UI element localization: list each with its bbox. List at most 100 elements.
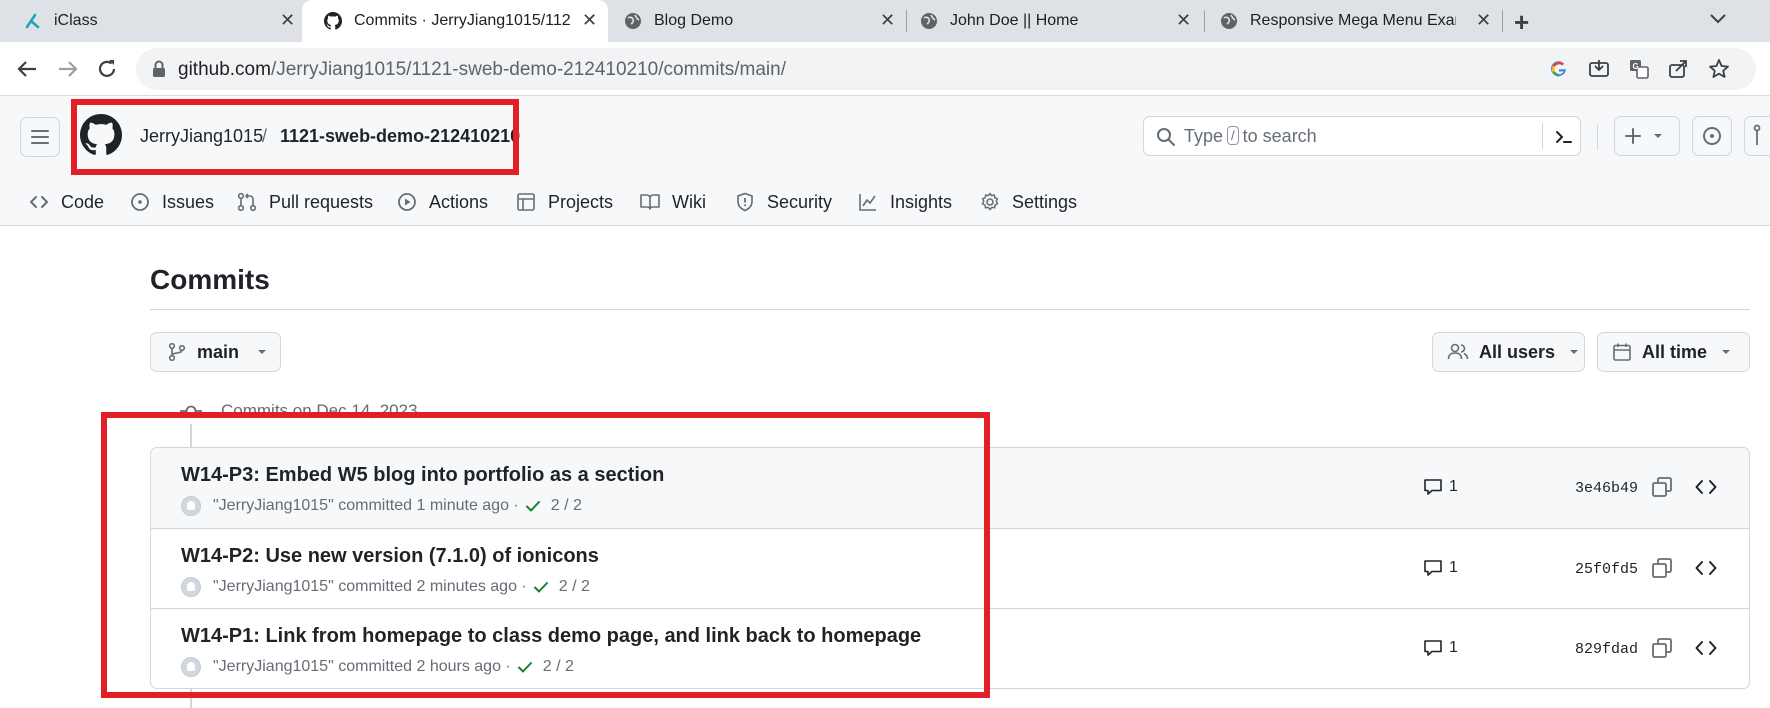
branch-select-button[interactable]: main [150, 332, 281, 372]
caret-down-icon [258, 350, 267, 354]
url-path: /JerryJiang1015/1121-sweb-demo-212410210… [270, 59, 786, 80]
browser-tab-iclass[interactable]: iClass ✕ [0, 0, 300, 42]
issues-button[interactable] [1692, 116, 1732, 156]
pull-requests-button[interactable] [1744, 116, 1770, 156]
tab-actions[interactable]: Actions [397, 178, 488, 226]
calendar-icon [1613, 343, 1631, 361]
tab-title: Blog Demo [654, 12, 734, 29]
code-icon [30, 196, 48, 208]
browse-code-icon[interactable] [1695, 477, 1717, 497]
tab-projects[interactable]: Projects [516, 178, 613, 226]
divider [150, 309, 1750, 310]
commit-sha-link[interactable]: 829fdad [1575, 641, 1638, 658]
divider [1597, 124, 1598, 150]
globe-icon [921, 13, 937, 29]
browser-tab-mega-menu[interactable]: Responsive Mega Menu Example ✕ [1206, 0, 1502, 42]
tab-pull-requests[interactable]: Pull requests [237, 178, 373, 226]
command-palette-icon[interactable] [1554, 127, 1574, 147]
search-placeholder-after: to search [1242, 126, 1317, 146]
comments-link[interactable]: 1 [1423, 559, 1458, 577]
search-placeholder-before: Type [1184, 126, 1224, 146]
forward-arrow-icon[interactable] [55, 56, 81, 82]
back-arrow-icon[interactable] [14, 56, 40, 82]
tab-label: Issues [162, 191, 215, 212]
tab-separator [1204, 10, 1205, 32]
copy-icon[interactable] [1651, 637, 1673, 659]
hamburger-icon [31, 130, 49, 144]
reload-icon[interactable] [94, 56, 120, 82]
share-icon[interactable] [1667, 58, 1689, 80]
tab-label: Insights [890, 191, 953, 212]
search-icon [1157, 128, 1175, 146]
new-tab-button[interactable]: + [1514, 7, 1529, 38]
issue-icon [131, 193, 149, 211]
comments-count: 1 [1449, 639, 1458, 656]
commit-sha-link[interactable]: 25f0fd5 [1575, 561, 1638, 578]
globe-icon [1221, 13, 1237, 29]
comment-icon [1424, 479, 1442, 495]
tab-settings[interactable]: Settings [980, 178, 1077, 226]
close-icon[interactable]: ✕ [880, 10, 895, 31]
browse-code-icon[interactable] [1695, 638, 1717, 658]
browse-code-icon[interactable] [1695, 558, 1717, 578]
menu-button[interactable] [20, 117, 60, 157]
tab-code[interactable]: Code [29, 178, 104, 226]
url-field[interactable]: github.com/JerryJiang1015/1121-sweb-demo… [136, 48, 1756, 90]
issue-icon [1703, 127, 1721, 145]
github-favicon-icon [324, 12, 342, 30]
tab-wiki[interactable]: Wiki [640, 178, 706, 226]
commit-sha-link[interactable]: 3e46b49 [1575, 480, 1638, 497]
browser-tab-blog-demo[interactable]: Blog Demo ✕ [610, 0, 906, 42]
plus-icon [1625, 128, 1662, 144]
browser-tab-john-doe[interactable]: John Doe || Home ✕ [908, 0, 1204, 42]
tab-label: Settings [1012, 191, 1078, 212]
play-icon [398, 193, 416, 211]
copy-icon[interactable] [1651, 557, 1673, 579]
caret-down-icon [1722, 350, 1731, 354]
comments-count: 1 [1449, 478, 1458, 495]
iclass-favicon-icon [25, 13, 40, 29]
close-icon[interactable]: ✕ [582, 10, 597, 31]
branch-icon [168, 342, 186, 362]
url-domain: github.com [178, 59, 271, 80]
highlight-box-repo [71, 99, 519, 175]
comments-count: 1 [1449, 559, 1458, 576]
browser-tab-bar: iClass ✕ Commits · JerryJiang1015/1121-s… [0, 0, 1770, 42]
globe-icon [625, 13, 641, 29]
highlight-box-commits [101, 412, 990, 698]
tab-separator [1502, 10, 1503, 32]
address-bar: github.com/JerryJiang1015/1121-sweb-demo… [0, 42, 1770, 96]
tab-label: Security [767, 191, 833, 212]
tab-label: Wiki [672, 191, 706, 212]
close-icon[interactable]: ✕ [1176, 10, 1191, 31]
search-input[interactable]: Type / to search [1143, 116, 1581, 156]
install-icon[interactable] [1588, 58, 1610, 80]
book-icon [640, 194, 660, 210]
tab-insights[interactable]: Insights [858, 178, 952, 226]
bookmark-star-icon[interactable] [1708, 58, 1730, 80]
tab-title: John Doe || Home [950, 12, 1079, 29]
close-icon[interactable]: ✕ [280, 10, 295, 31]
tab-label: Projects [548, 191, 614, 212]
tab-title: Responsive Mega Menu Example [1250, 12, 1456, 29]
translate-icon[interactable]: G [1628, 58, 1650, 80]
close-icon[interactable]: ✕ [1476, 10, 1491, 31]
google-icon[interactable] [1548, 58, 1570, 80]
users-filter-button[interactable]: All users [1432, 332, 1585, 372]
search-shortcut-key: / [1227, 126, 1239, 145]
comments-link[interactable]: 1 [1423, 478, 1458, 496]
copy-icon[interactable] [1651, 476, 1673, 498]
lock-icon[interactable] [152, 60, 166, 78]
tab-title: Commits · JerryJiang1015/1121-sweb-demo-… [354, 12, 570, 29]
comment-icon [1424, 640, 1442, 656]
comments-link[interactable]: 1 [1423, 639, 1458, 657]
table-icon [517, 193, 535, 211]
tab-label: Actions [429, 191, 489, 212]
create-new-button[interactable] [1614, 116, 1680, 156]
time-filter-button[interactable]: All time [1597, 332, 1750, 372]
chevron-down-icon[interactable] [1706, 9, 1730, 29]
tab-issues[interactable]: Issues [130, 178, 214, 226]
tab-security[interactable]: Security [735, 178, 832, 226]
comment-icon [1424, 560, 1442, 576]
browser-tab-commits[interactable]: Commits · JerryJiang1015/1121-sweb-demo-… [302, 0, 608, 42]
